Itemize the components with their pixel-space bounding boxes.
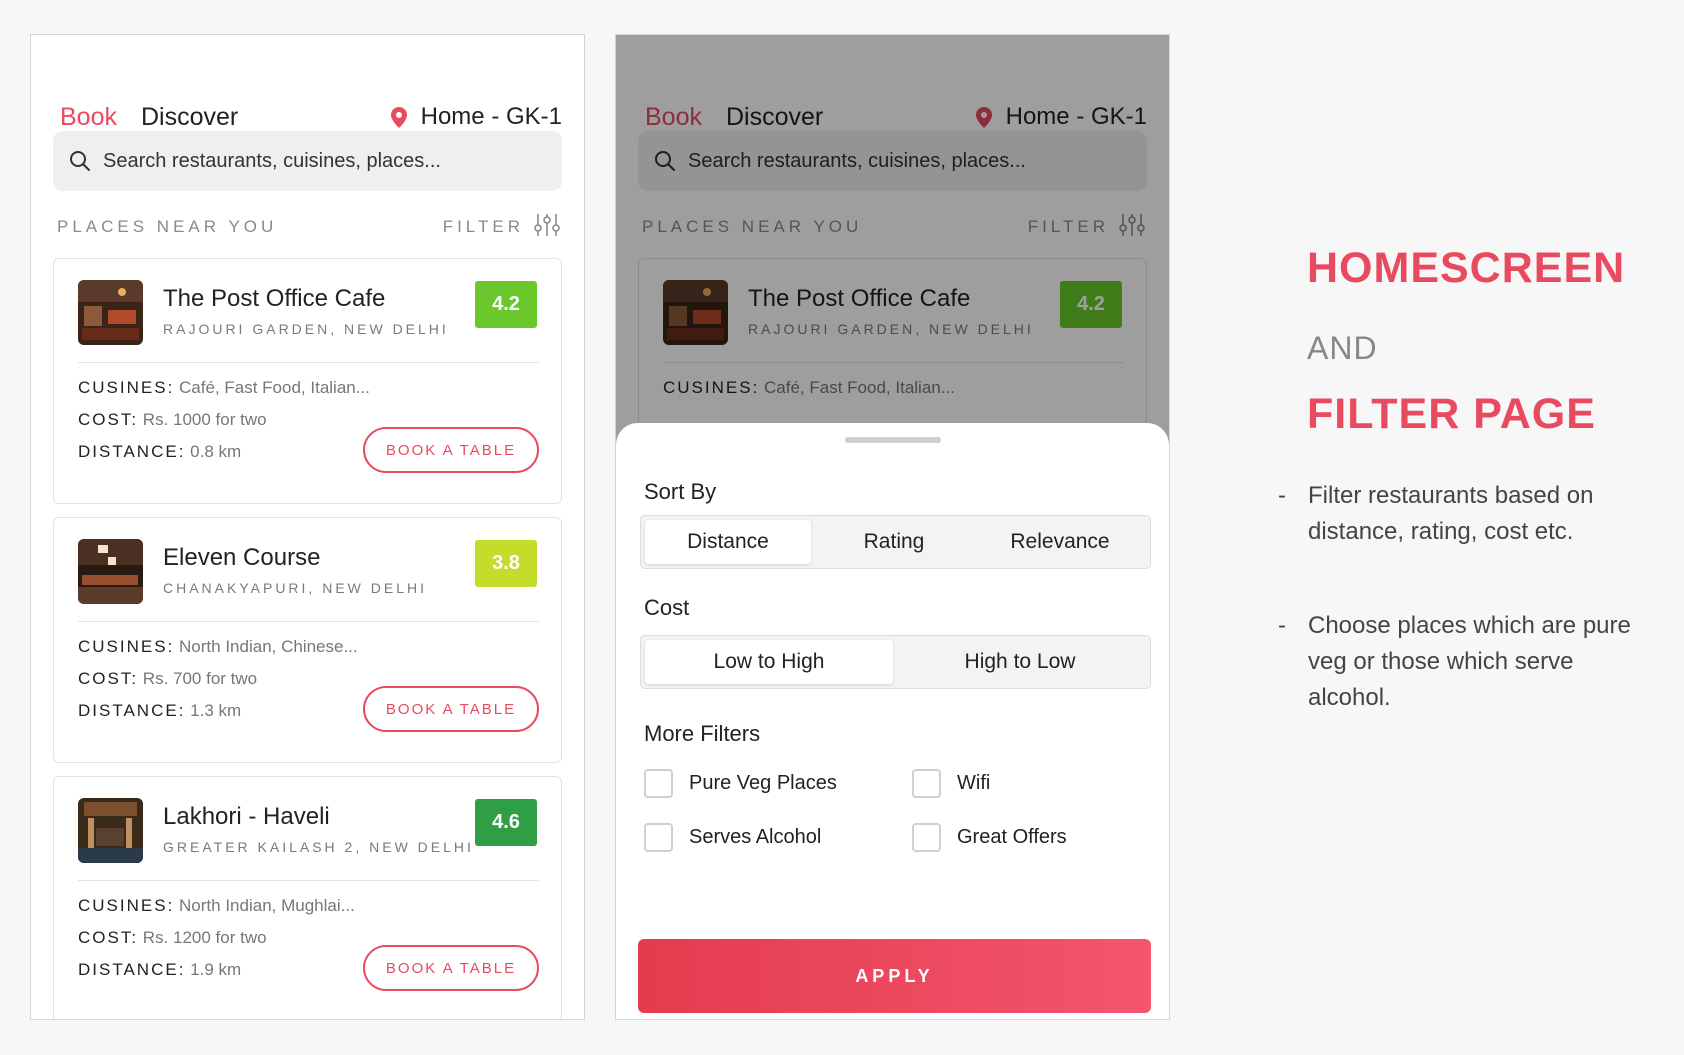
tab-book[interactable]: Book [60,105,117,130]
checkbox-label: Serves Alcohol [689,826,822,848]
restaurant-thumbnail [78,539,143,604]
distance-label: DISTANCE: [78,442,186,461]
apply-button[interactable]: APPLY [638,939,1151,1013]
restaurant-card[interactable]: Lakhori - Haveli GREATER KAILASH 2, NEW … [53,776,562,1019]
cuisines-row: CUSINES: Café, Fast Food, Italian... [78,378,370,398]
checkbox-box[interactable] [644,823,673,852]
rating-badge: 4.6 [475,799,537,846]
distance-value: 1.9 km [190,960,242,979]
cost-option-high-to-low[interactable]: High to Low [895,640,1145,684]
sheet-drag-handle[interactable] [844,437,941,443]
search-placeholder: Search restaurants, cuisines, places... [103,149,441,172]
restaurant-address: RAJOURI GARDEN, NEW DELHI [163,321,449,337]
section-header: PLACES NEAR YOU FILTER [57,213,560,239]
distance-label: DISTANCE: [78,701,186,720]
cuisines-label: CUSINES: [78,637,175,656]
cuisines-row: CUSINES: North Indian, Chinese... [78,637,358,657]
checkbox-wifi[interactable]: Wifi [912,769,990,798]
sort-option-rating[interactable]: Rating [811,520,977,564]
restaurant-card[interactable]: Eleven Course CHANAKYAPURI, NEW DELHI 3.… [53,517,562,763]
filter-sliders-icon[interactable] [534,213,560,237]
cost-title: Cost [644,595,690,620]
filter-button-label[interactable]: FILTER [443,217,524,237]
sort-option-distance[interactable]: Distance [645,520,811,564]
location-label: Home - GK-1 [420,103,562,130]
cost-value: Rs. 1200 for two [142,928,267,947]
annotation-and: AND [1307,330,1378,366]
sort-option-relevance[interactable]: Relevance [977,520,1143,564]
cost-value: Rs. 1000 for two [142,410,267,429]
cost-row: COST: Rs. 700 for two [78,669,257,689]
checkbox-label: Great Offers [957,826,1067,848]
restaurant-address: CHANAKYAPURI, NEW DELHI [163,580,427,596]
cuisines-value: Café, Fast Food, Italian... [179,378,370,397]
more-filters-title: More Filters [644,721,761,746]
bullet-text: Filter restaurants based on distance, ra… [1308,482,1594,545]
filter-page-phone: Book Discover Home - GK-1 Search restaur… [615,34,1170,1020]
restaurant-name: The Post Office Cafe [163,285,386,312]
checkbox-box[interactable] [912,823,941,852]
restaurant-name: Lakhori - Haveli [163,803,330,830]
restaurant-thumbnail [78,798,143,863]
search-icon [70,151,90,171]
checkbox-box[interactable] [912,769,941,798]
distance-row: DISTANCE: 0.8 km [78,442,241,462]
restaurant-card[interactable]: The Post Office Cafe RAJOURI GARDEN, NEW… [53,258,562,504]
annotation-bullet: - Filter restaurants based on distance, … [1278,478,1638,550]
filter-bottom-sheet: Sort By Distance Rating Relevance Cost L… [616,423,1169,1019]
restaurant-address: GREATER KAILASH 2, NEW DELHI [163,839,474,855]
distance-value: 1.3 km [190,701,242,720]
restaurant-thumbnail [78,280,143,345]
bullet-dash: - [1278,482,1286,509]
cuisines-row: CUSINES: North Indian, Mughlai... [78,896,355,916]
distance-row: DISTANCE: 1.9 km [78,960,241,980]
cuisines-label: CUSINES: [78,378,175,397]
checkbox-box[interactable] [644,769,673,798]
cuisines-value: North Indian, Mughlai... [179,896,355,915]
distance-label: DISTANCE: [78,960,186,979]
annotation-bullet: - Choose places which are pure veg or th… [1278,608,1638,716]
rating-badge: 4.2 [475,281,537,328]
location-selector[interactable]: Home - GK-1 [390,103,562,131]
annotation-title-homescreen: HOMESCREEN [1307,244,1626,292]
cost-option-low-to-high[interactable]: Low to High [645,640,893,684]
book-table-button[interactable]: BOOK A TABLE [363,427,539,473]
cost-label: COST: [78,410,139,429]
checkbox-pure-veg[interactable]: Pure Veg Places [644,769,837,798]
checkbox-label: Wifi [957,772,991,794]
annotation-title-filter-page: FILTER PAGE [1307,390,1596,438]
cuisines-label: CUSINES: [78,896,175,915]
cost-value: Rs. 700 for two [142,669,258,688]
search-bar[interactable]: Search restaurants, cuisines, places... [53,131,562,191]
tab-discover[interactable]: Discover [141,105,238,130]
book-table-button[interactable]: BOOK A TABLE [363,686,539,732]
divider [78,621,539,622]
checkbox-label: Pure Veg Places [689,772,837,794]
distance-value: 0.8 km [190,442,242,461]
cost-label: COST: [78,928,139,947]
bullet-text: Choose places which are pure veg or thos… [1308,612,1631,711]
cuisines-value: North Indian, Chinese... [179,637,358,656]
divider [78,362,539,363]
divider [78,880,539,881]
checkbox-great-offers[interactable]: Great Offers [912,823,1067,852]
checkbox-serves-alcohol[interactable]: Serves Alcohol [644,823,821,852]
location-pin-icon [390,106,407,128]
sort-by-segmented-control: Distance Rating Relevance [640,515,1151,569]
cost-segmented-control: Low to High High to Low [640,635,1151,689]
cost-row: COST: Rs. 1000 for two [78,410,267,430]
section-label: PLACES NEAR YOU [57,217,278,236]
book-table-button[interactable]: BOOK A TABLE [363,945,539,991]
restaurant-name: Eleven Course [163,544,321,571]
sort-by-title: Sort By [644,479,717,504]
cost-row: COST: Rs. 1200 for two [78,928,267,948]
rating-badge: 3.8 [475,540,537,587]
bullet-dash: - [1278,612,1286,639]
homescreen-phone: Book Discover Home - GK-1 Search restaur… [30,34,585,1020]
distance-row: DISTANCE: 1.3 km [78,701,241,721]
cost-label: COST: [78,669,139,688]
